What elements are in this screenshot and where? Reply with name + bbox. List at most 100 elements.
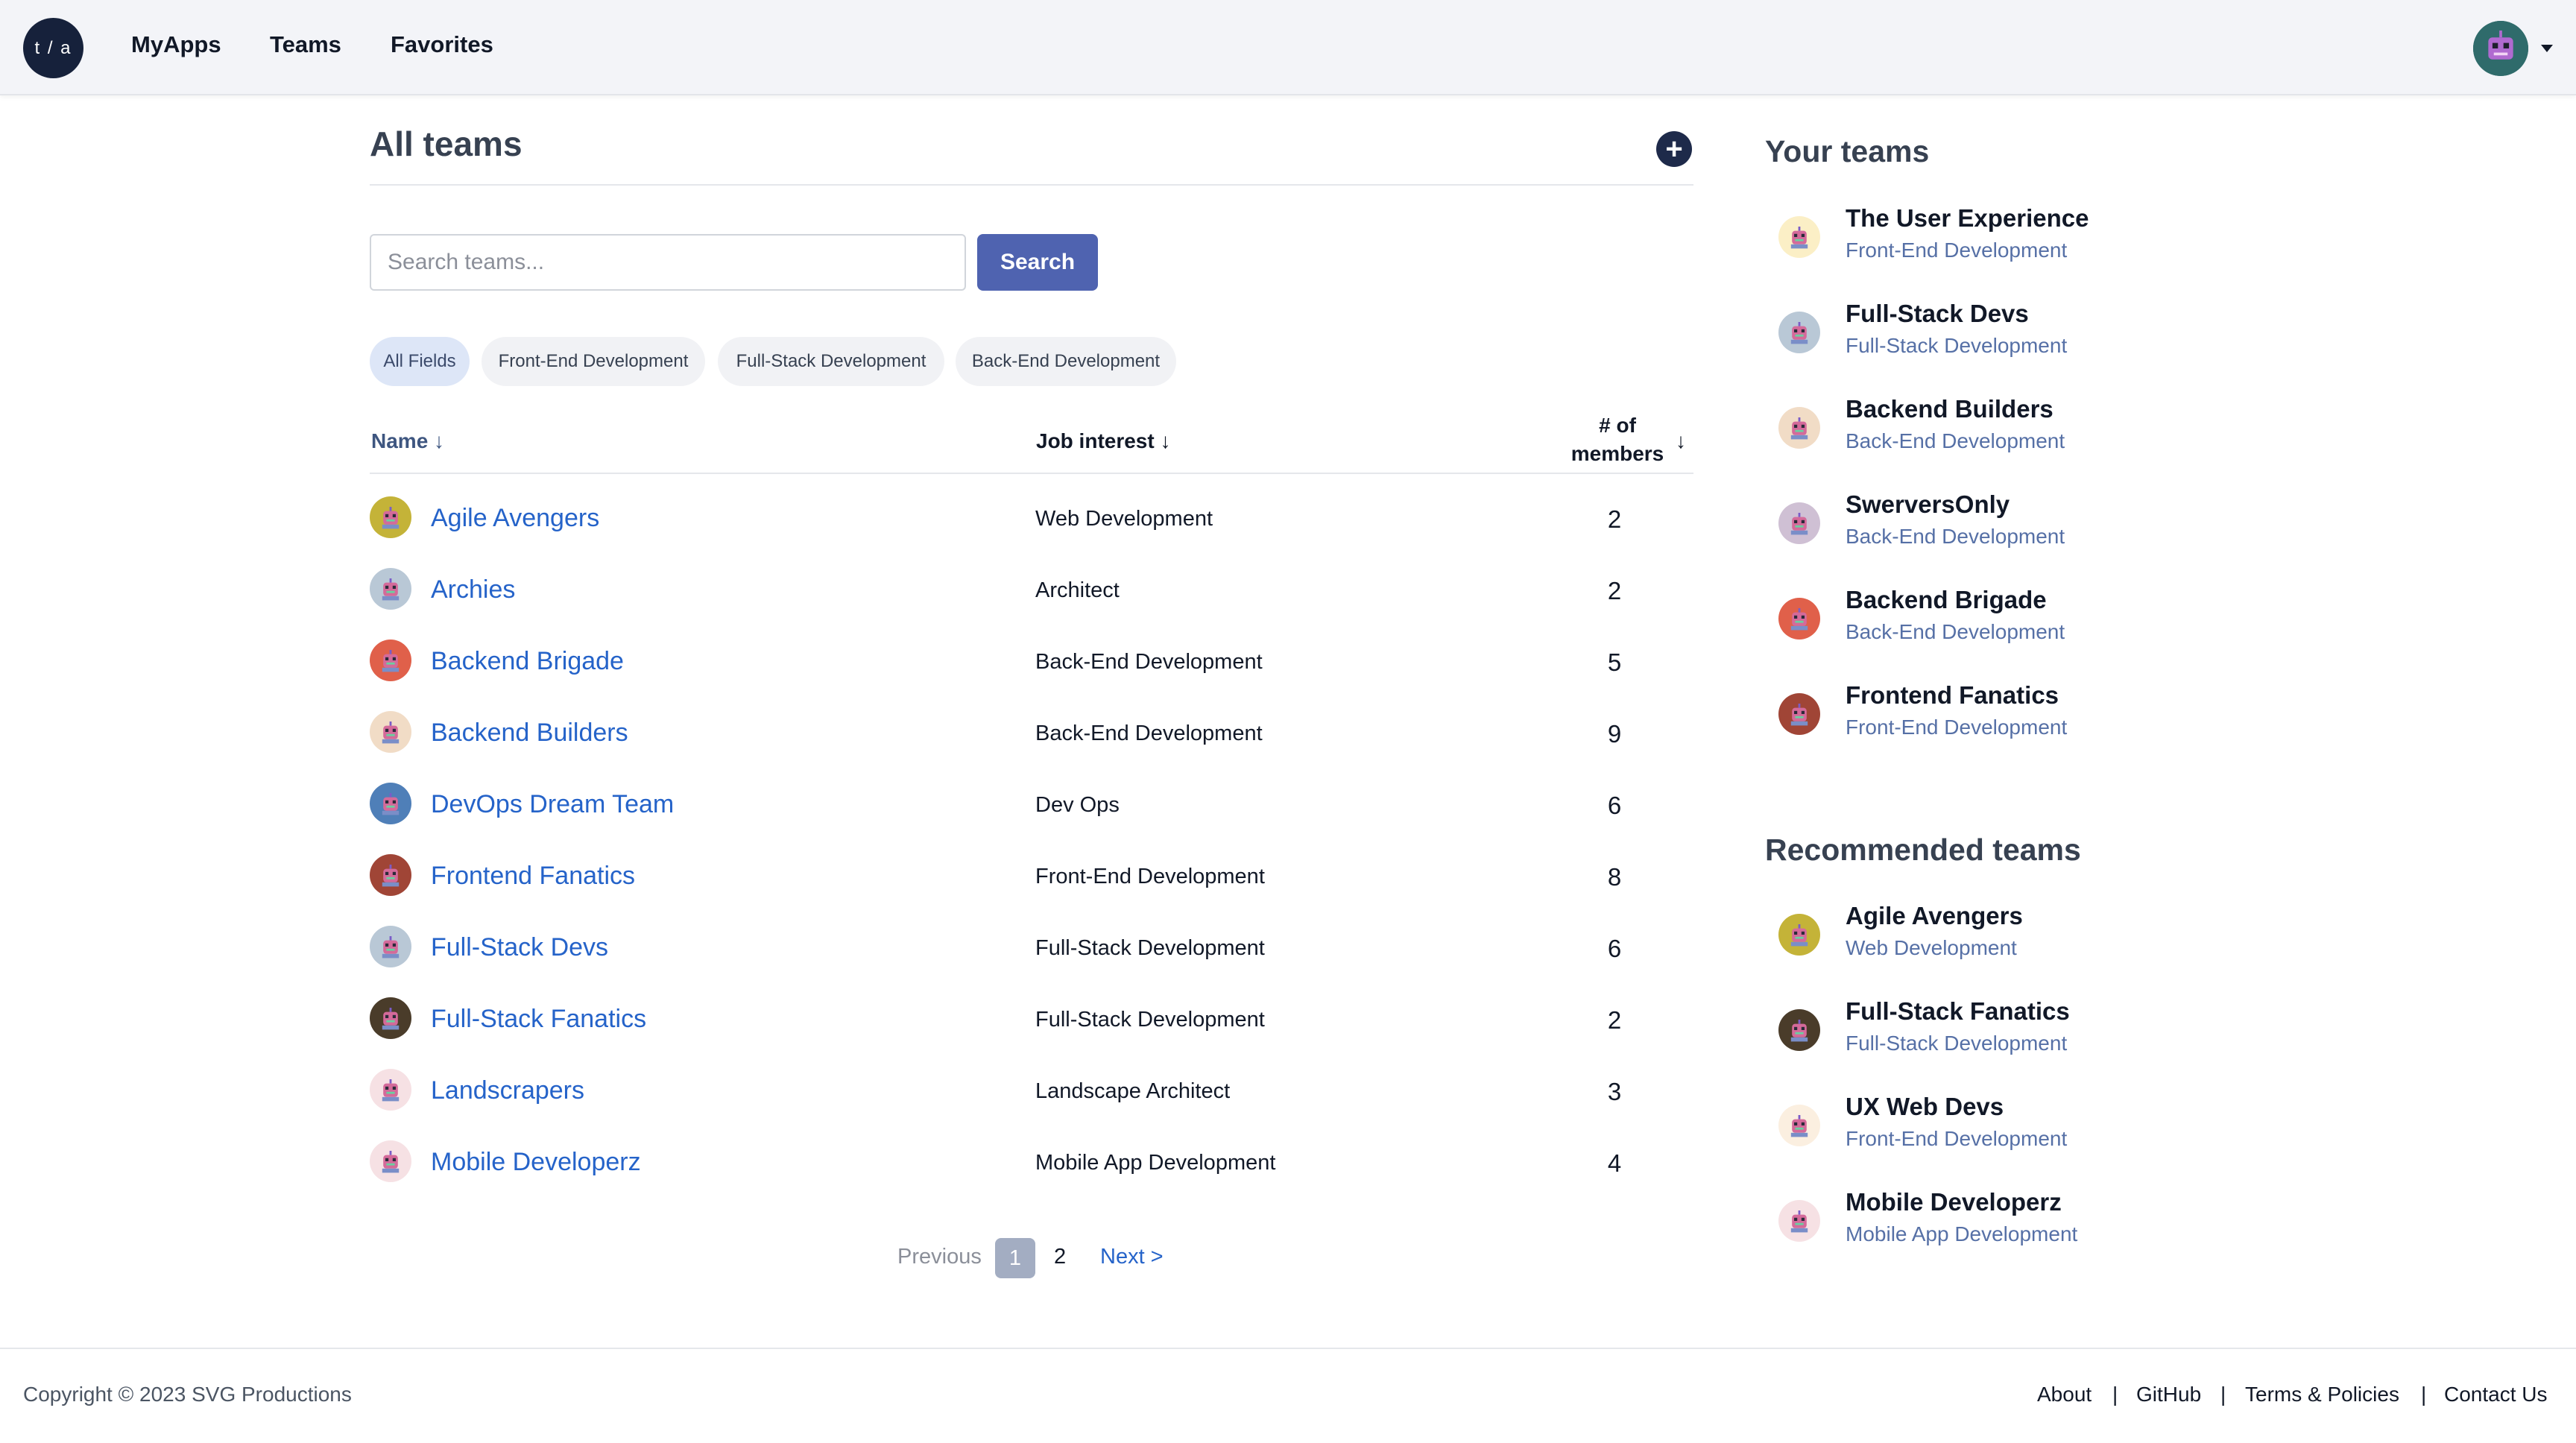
- sidebar-team-name[interactable]: Full-Stack Devs: [1846, 300, 2029, 328]
- sidebar-team-item[interactable]: The User Experience Front-End Development: [1778, 204, 2226, 279]
- sidebar-team-item[interactable]: Full-Stack Devs Full-Stack Development: [1778, 300, 2226, 374]
- team-avatar: [1778, 216, 1820, 258]
- footer-link-about[interactable]: About: [2037, 1383, 2092, 1406]
- robot-avatar-icon: [370, 1140, 411, 1182]
- robot-avatar-icon: [1778, 216, 1820, 258]
- team-job-interest: Front-End Development: [1035, 865, 1265, 888]
- user-avatar[interactable]: [2473, 21, 2528, 76]
- team-member-count: 4: [1607, 1149, 1622, 1177]
- pagination-page-1[interactable]: 1: [995, 1238, 1035, 1278]
- nav-link-teams[interactable]: Teams: [270, 31, 341, 58]
- sidebar-team-field: Back-End Development: [1846, 620, 2065, 643]
- team-name-link[interactable]: Archies: [431, 575, 515, 604]
- column-header-members-line1: # of: [1599, 414, 1636, 437]
- sidebar-team-field: Full-Stack Development: [1846, 1032, 2068, 1055]
- column-header-members[interactable]: # of members: [1562, 411, 1673, 468]
- nav-link-favorites[interactable]: Favorites: [391, 31, 493, 58]
- sidebar-team-name[interactable]: SwerversOnly: [1846, 490, 2010, 519]
- team-member-count: 2: [1607, 1006, 1622, 1034]
- sidebar-team-item[interactable]: Full-Stack Fanatics Full-Stack Developmen…: [1778, 997, 2226, 1072]
- team-name-link[interactable]: Landscrapers: [431, 1076, 584, 1105]
- robot-avatar-icon: [1778, 914, 1820, 956]
- divider: [370, 473, 1693, 474]
- column-header-name[interactable]: Name ↓: [371, 429, 444, 453]
- sidebar-team-item[interactable]: Mobile Developerz Mobile App Development: [1778, 1188, 2226, 1263]
- team-member-count: 8: [1607, 863, 1622, 891]
- sidebar-team-name[interactable]: Backend Builders: [1846, 395, 2053, 423]
- filter-chip-back-end[interactable]: Back-End Development: [956, 337, 1176, 386]
- sidebar-team-name[interactable]: Mobile Developerz: [1846, 1188, 2062, 1216]
- sidebar-team-name[interactable]: UX Web Devs: [1846, 1093, 2004, 1121]
- footer-separator: |: [2112, 1383, 2118, 1406]
- sidebar-team-name[interactable]: Frontend Fanatics: [1846, 681, 2059, 710]
- team-job-interest: Landscape Architect: [1035, 1079, 1231, 1103]
- team-avatar: [1778, 914, 1820, 956]
- team-avatar: [370, 926, 411, 967]
- team-avatar: [370, 1140, 411, 1182]
- robot-avatar-icon: [1778, 407, 1820, 449]
- recommended-teams-title: Recommended teams: [1765, 833, 2081, 867]
- team-name-link[interactable]: Backend Brigade: [431, 647, 624, 676]
- team-name-link[interactable]: Frontend Fanatics: [431, 862, 635, 891]
- chevron-down-icon[interactable]: [2541, 45, 2553, 52]
- team-name-link[interactable]: Backend Builders: [431, 719, 628, 748]
- filter-chip-all-fields[interactable]: All Fields: [370, 337, 470, 386]
- filter-chip-front-end[interactable]: Front-End Development: [482, 337, 705, 386]
- sidebar-team-name[interactable]: Full-Stack Fanatics: [1846, 997, 2070, 1026]
- pagination-page-2[interactable]: 2: [1054, 1245, 1066, 1269]
- table-row: Backend Brigade Back-End Development 5: [370, 619, 1693, 690]
- footer-separator: |: [2421, 1383, 2427, 1406]
- team-name-link[interactable]: Mobile Developerz: [431, 1148, 641, 1177]
- pagination-next[interactable]: Next >: [1100, 1245, 1164, 1269]
- column-header-members-line2: members: [1570, 442, 1664, 465]
- sidebar-team-item[interactable]: SwerversOnly Back-End Development: [1778, 490, 2226, 565]
- team-name-link[interactable]: DevOps Dream Team: [431, 790, 674, 819]
- robot-avatar-icon: [1778, 1105, 1820, 1146]
- footer-link-contact[interactable]: Contact Us: [2444, 1383, 2548, 1406]
- sidebar-team-field: Front-End Development: [1846, 1127, 2068, 1150]
- app-logo[interactable]: t / a: [23, 18, 83, 78]
- sidebar-team-name[interactable]: Agile Avengers: [1846, 902, 2023, 930]
- team-job-interest: Full-Stack Development: [1035, 936, 1265, 960]
- footer-separator: |: [2220, 1383, 2226, 1406]
- filter-chip-full-stack[interactable]: Full-Stack Development: [718, 337, 944, 386]
- robot-avatar-icon: [1778, 598, 1820, 640]
- team-avatar: [370, 711, 411, 753]
- sidebar-team-item[interactable]: Frontend Fanatics Front-End Development: [1778, 681, 2226, 756]
- robot-avatar-icon: [1778, 312, 1820, 353]
- sidebar-team-field: Full-Stack Development: [1846, 334, 2068, 357]
- robot-avatar-icon: [1778, 1009, 1820, 1051]
- footer-link-github[interactable]: GitHub: [2136, 1383, 2201, 1406]
- sidebar-team-item[interactable]: UX Web Devs Front-End Development: [1778, 1093, 2226, 1167]
- sidebar-team-name[interactable]: The User Experience: [1846, 204, 2089, 233]
- sidebar-team-item[interactable]: Backend Brigade Back-End Development: [1778, 586, 2226, 660]
- sort-arrow-icon[interactable]: ↓: [1676, 429, 1686, 453]
- search-button[interactable]: Search: [977, 234, 1098, 291]
- robot-avatar-icon: [1778, 502, 1820, 544]
- team-avatar: [370, 783, 411, 824]
- team-avatar: [1778, 1009, 1820, 1051]
- team-avatar: [370, 640, 411, 681]
- table-row: Archies Architect 2: [370, 547, 1693, 619]
- robot-avatar-icon: [1778, 693, 1820, 735]
- sidebar-team-item[interactable]: Backend Builders Back-End Development: [1778, 395, 2226, 470]
- team-avatar: [370, 496, 411, 538]
- column-header-job-interest[interactable]: Job interest ↓: [1036, 429, 1170, 453]
- team-avatar: [1778, 598, 1820, 640]
- page-title: All teams: [370, 124, 523, 163]
- team-name-link[interactable]: Full-Stack Devs: [431, 933, 608, 962]
- team-name-link[interactable]: Agile Avengers: [431, 504, 599, 533]
- add-team-button[interactable]: +: [1656, 131, 1692, 167]
- nav-link-myapps[interactable]: MyApps: [131, 31, 221, 58]
- team-avatar: [1778, 312, 1820, 353]
- footer-link-terms[interactable]: Terms & Policies: [2245, 1383, 2399, 1406]
- sidebar-team-field: Mobile App Development: [1846, 1222, 2078, 1245]
- sidebar-team-item[interactable]: Agile Avengers Web Development: [1778, 902, 2226, 976]
- table-row: Frontend Fanatics Front-End Development 8: [370, 833, 1693, 905]
- team-job-interest: Architect: [1035, 578, 1120, 602]
- pagination-previous[interactable]: Previous: [897, 1245, 982, 1269]
- team-name-link[interactable]: Full-Stack Fanatics: [431, 1005, 646, 1034]
- search-input[interactable]: [370, 234, 966, 291]
- sidebar-team-name[interactable]: Backend Brigade: [1846, 586, 2047, 614]
- robot-avatar-icon: [370, 640, 411, 681]
